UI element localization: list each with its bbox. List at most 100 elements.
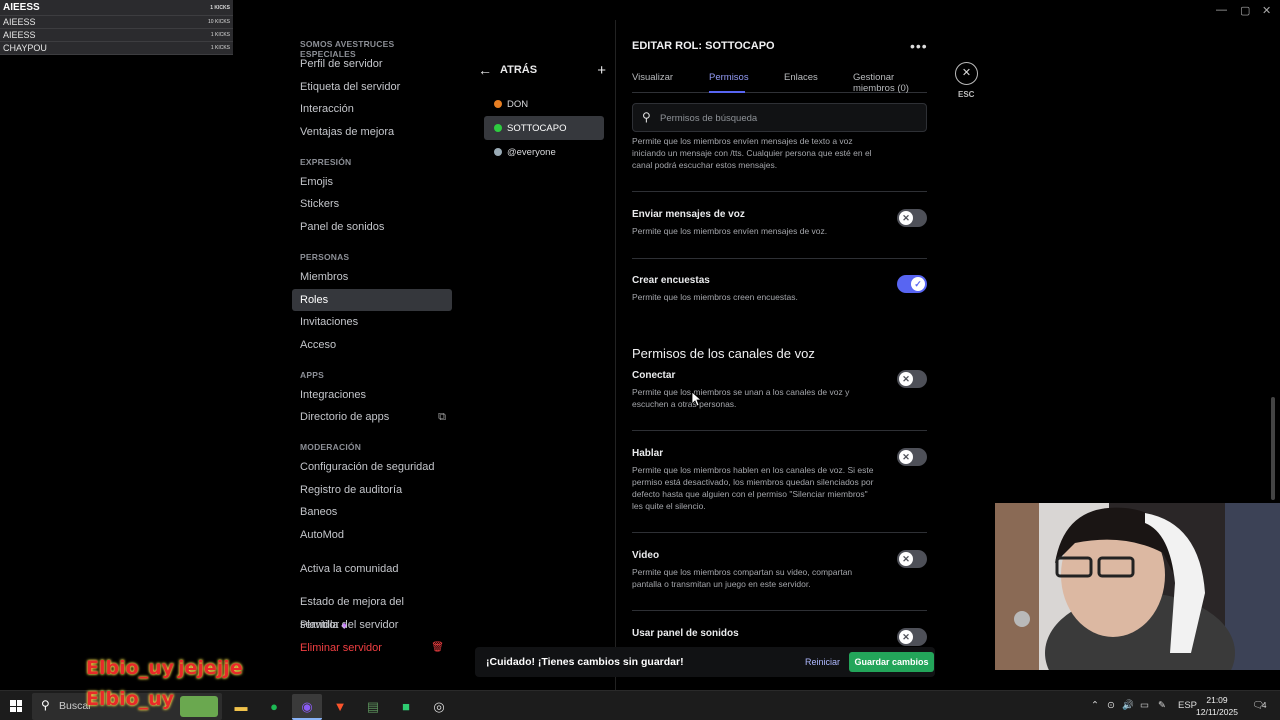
reset-button[interactable]: Reiniciar [805,657,840,667]
kick-name: AIEESS [3,30,36,40]
unsaved-changes-bar: ¡Cuidado! ¡Tienes cambios sin guardar! R… [475,647,935,677]
search-highlight-image [180,696,218,717]
role-color-dot [494,124,502,132]
kick-count: 1 KICKS [210,45,230,51]
x-icon: ✕ [899,372,913,386]
sidebar-item-server-profile[interactable]: Perfil de servidor [292,53,452,76]
more-options-icon[interactable]: ••• [910,38,928,54]
discord-icon[interactable]: ◉ [292,694,322,720]
kick-name: AIEESS [3,17,36,27]
permission-title: Conectar [632,370,676,381]
back-button[interactable]: ← ATRÁS + [476,56,616,84]
permissions-scroll-area: Permite que los miembros envíen mensajes… [0,133,1000,646]
webcam-image [995,503,1280,670]
role-name: DON [507,98,529,110]
toggle-create-polls[interactable]: ✓ [897,275,927,293]
toggle-send-voice-messages[interactable]: ✕ [897,209,927,227]
esc-label: ESC [958,90,975,99]
clock-date: 12/11/2025 [1196,707,1238,717]
close-icon[interactable]: ✕ [955,62,978,85]
tab-display[interactable]: Visualizar [632,72,673,83]
volume-icon[interactable]: 🔊 [1122,691,1134,720]
permission-title: Video [632,550,660,561]
x-icon: ✕ [899,450,913,464]
clock[interactable]: 21:09 12/11/2025 [1196,694,1238,718]
toggle-speak[interactable]: ✕ [897,448,927,466]
active-tab-indicator [709,91,745,93]
section-header-server: SOMOS AVESTRUCES ESPECIALES [300,39,395,59]
permission-search[interactable]: ⚲ [632,103,927,132]
tab-links[interactable]: Enlaces [784,72,818,83]
overlay-username: Elbio_uy [86,657,175,679]
brave-browser-icon[interactable]: ▼ [325,694,355,720]
kick-count: 1 KICKS [210,4,230,11]
divider [632,610,927,611]
x-icon: ✕ [899,630,913,644]
toggle-connect[interactable]: ✕ [897,370,927,388]
spotify-icon[interactable]: ● [259,694,289,720]
sidebar-item-server-tag[interactable]: Etiqueta del servidor [292,76,452,99]
kick-count: 10 KICKS [208,19,230,25]
tab-manage-members[interactable]: Gestionar miembros (0) [853,72,927,94]
permission-description: Permite que los miembros hablen en los c… [632,465,874,511]
kick-row: AIEESS 1 KICKS [0,29,233,42]
arrow-left-icon: ← [478,62,492,78]
permission-description: Permite que los miembros se unan a los c… [632,387,850,409]
permission-description: Permite que los miembros envíen mensajes… [632,136,872,170]
mouse-cursor-icon [692,392,702,407]
check-icon: ✓ [911,277,925,291]
network-icon[interactable]: ▭ [1140,691,1149,720]
kick-count: 1 KICKS [210,32,230,38]
maximize-icon[interactable]: ▢ [1240,4,1250,17]
overlay-username: Elbio_uy [86,688,175,710]
role-name: SOTTOCAPO [507,122,567,134]
kick-row: AIEESS 10 KICKS [0,16,233,29]
app-icon[interactable]: ▤ [358,694,388,720]
search-icon: ⚲ [642,110,651,124]
add-role-icon[interactable]: + [597,62,606,79]
x-icon: ✕ [899,211,913,225]
permission-title: Enviar mensajes de voz [632,209,745,220]
permission-title: Crear encuestas [632,275,710,286]
clock-time: 21:09 [1206,695,1228,705]
search-icon: ⚲ [41,698,50,712]
role-color-dot [494,100,502,108]
kick-name: CHAYPOU [3,43,47,53]
permission-description: Permite que los miembros envíen mensajes… [632,226,828,236]
divider [632,191,927,192]
search-input[interactable] [660,110,910,126]
unsaved-message: ¡Cuidado! ¡Tienes cambios sin guardar! [486,656,684,668]
kick-app-icon[interactable]: ■ [391,694,421,720]
permission-description: Permite que los miembros compartan su vi… [632,567,853,589]
file-explorer-icon[interactable]: ▬ [226,694,256,720]
windows-start-icon[interactable] [10,700,22,712]
back-label: ATRÁS [500,64,538,76]
pen-icon[interactable]: ✎ [1158,691,1166,720]
kick-row: AIEESS 1 KICKS [0,0,233,16]
kick-name: AIEESS [3,2,40,13]
meet-now-icon[interactable]: ⊙ [1107,691,1115,720]
x-icon: ✕ [899,552,913,566]
role-item-don[interactable]: DON [484,92,604,116]
obs-icon[interactable]: ◎ [424,694,454,720]
webcam-feed [995,503,1280,670]
edit-role-title: EDITAR ROL: SOTTOCAPO [632,40,775,52]
permission-title: Hablar [632,448,664,459]
permission-title: Usar panel de sonidos [632,628,739,639]
minimize-icon[interactable]: — [1216,4,1227,16]
scrollbar[interactable] [1271,397,1275,500]
language-indicator[interactable]: ESP [1178,691,1197,720]
toggle-video[interactable]: ✕ [897,550,927,568]
permission-description: Permite que los miembros creen encuestas… [632,292,798,302]
sidebar-item-engagement[interactable]: Interacción [292,98,452,121]
kick-list-overlay: AIEESS 1 KICKS AIEESS 10 KICKS AIEESS 1 KIC… [0,0,233,55]
kick-row: CHAYPOU 1 KICKS [0,42,233,55]
toggle-use-soundboard[interactable]: ✕ [897,628,927,646]
screen: AIEESS 1 KICKS AIEESS 10 KICKS AIEESS 1 KIC… [0,0,1280,720]
tab-permissions[interactable]: Permisos [709,72,749,83]
save-changes-button[interactable]: Guardar cambios [849,652,934,672]
overlay-message: jejejje [178,657,243,679]
close-window-icon[interactable]: ✕ [1262,4,1271,17]
chevron-up-icon[interactable]: ⌃ [1091,691,1099,720]
voice-permissions-heading: Permisos de los canales de voz [632,346,815,361]
